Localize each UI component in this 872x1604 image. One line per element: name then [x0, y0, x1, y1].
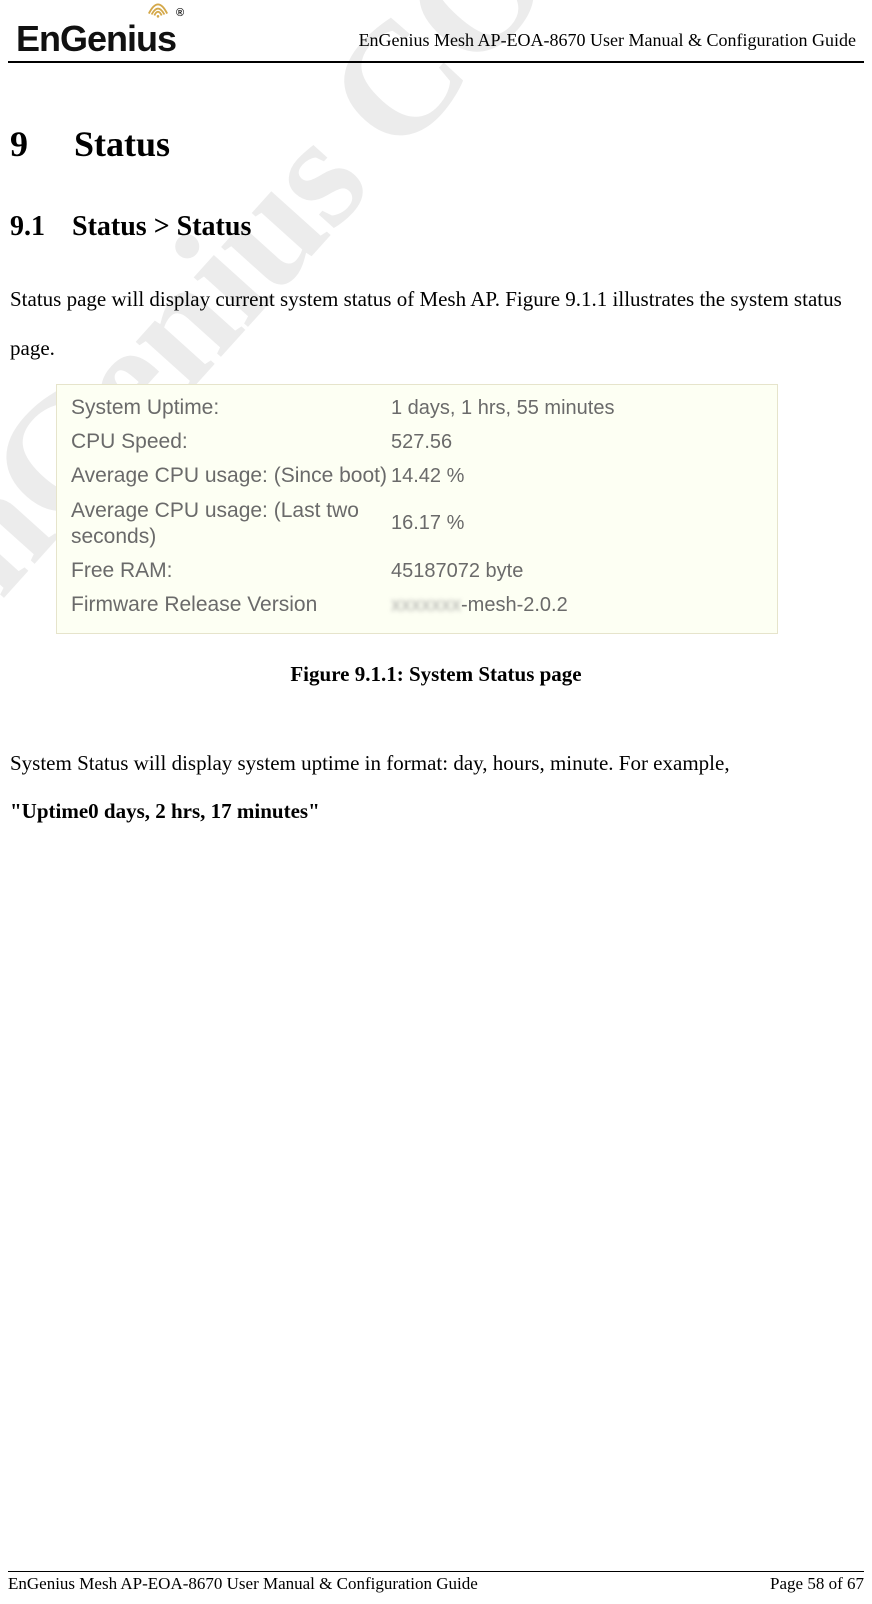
footer-left: EnGenius Mesh AP-EOA-8670 User Manual & … — [8, 1574, 478, 1594]
page-footer: EnGenius Mesh AP-EOA-8670 User Manual & … — [8, 1571, 864, 1594]
logo-part-1: EnGen — [16, 18, 127, 59]
page-header: EnGenius® EnGenius Mesh AP-EOA-8670 User… — [8, 0, 864, 63]
logo-registered: ® — [176, 7, 183, 19]
status-row-cpu-avg-boot: Average CPU usage: (Since boot) 14.42 % — [71, 459, 763, 493]
status-row-uptime: System Uptime: 1 days, 1 hrs, 55 minutes — [71, 391, 763, 425]
figure-system-status: System Uptime: 1 days, 1 hrs, 55 minutes… — [56, 384, 778, 634]
status-row-free-ram: Free RAM: 45187072 byte — [71, 554, 763, 588]
logo: EnGenius® — [16, 0, 183, 57]
logo-text: EnGenius® — [16, 23, 183, 55]
heading-2: 9.1Status > Status — [10, 211, 862, 243]
status-row-cpu-avg-recent: Average CPU usage: (Last two seconds) 16… — [71, 494, 763, 555]
status-value: 16.17 % — [391, 512, 464, 535]
heading-1: 9Status — [10, 123, 862, 165]
status-label: System Uptime: — [71, 395, 391, 421]
logo-part-2: i — [127, 18, 136, 59]
figure-caption: Figure 9.1.1: System Status page — [10, 662, 862, 687]
paragraph-2b-example: "Uptime0 days, 2 hrs, 17 minutes" — [10, 799, 320, 823]
footer-right: Page 58 of 67 — [770, 1574, 864, 1594]
heading-2-text: Status > Status — [72, 211, 251, 242]
firmware-blurred-part: xxxxxxx — [391, 594, 461, 616]
status-value-firmware: xxxxxxx-mesh-2.0.2 — [391, 594, 568, 617]
status-row-firmware: Firmware Release Version xxxxxxx-mesh-2.… — [71, 588, 763, 622]
status-label: Average CPU usage: (Since boot) — [71, 463, 391, 489]
status-row-cpu-speed: CPU Speed: 527.56 — [71, 425, 763, 459]
status-value: 527.56 — [391, 431, 452, 454]
heading-1-text: Status — [74, 124, 170, 164]
firmware-suffix: -mesh-2.0.2 — [461, 594, 568, 616]
paragraph-intro: Status page will display current system … — [10, 275, 862, 372]
status-value: 14.42 % — [391, 465, 464, 488]
paragraph-description: System Status will display system uptime… — [10, 739, 862, 836]
logo-part-3: us — [136, 18, 176, 59]
status-label: Firmware Release Version — [71, 592, 391, 618]
paragraph-2a: System Status will display system uptime… — [10, 751, 730, 775]
status-value: 1 days, 1 hrs, 55 minutes — [391, 397, 614, 420]
heading-1-number: 9 — [10, 123, 74, 165]
status-label: Average CPU usage: (Last two seconds) — [71, 498, 391, 551]
status-label: CPU Speed: — [71, 429, 391, 455]
header-title: EnGenius Mesh AP-EOA-8670 User Manual & … — [359, 30, 856, 57]
heading-2-number: 9.1 — [10, 211, 72, 243]
status-value: 45187072 byte — [391, 560, 523, 583]
status-label: Free RAM: — [71, 558, 391, 584]
